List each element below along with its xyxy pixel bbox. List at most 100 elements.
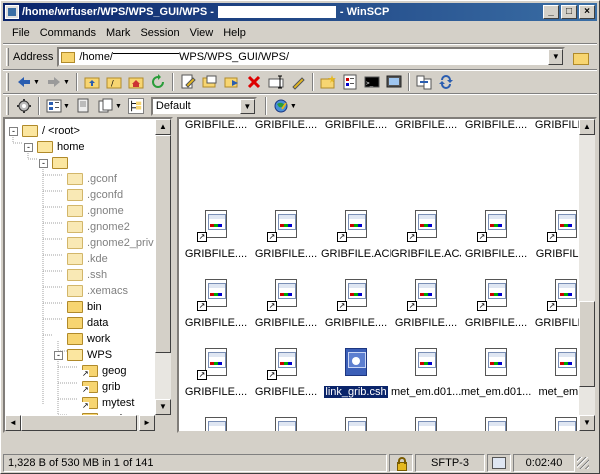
file-item[interactable]: ↗ GRIBFILE.... xyxy=(321,279,391,349)
synchronize-icon[interactable] xyxy=(438,74,454,90)
tree-item[interactable]: .gnome xyxy=(54,203,124,219)
chevron-down-icon[interactable]: ▼ xyxy=(115,103,122,110)
scroll-up-button[interactable]: ▲ xyxy=(155,119,171,135)
terminal-icon[interactable]: >_ xyxy=(364,74,380,90)
file-item[interactable]: met_em.d01.... xyxy=(181,417,251,431)
tree-view-icon[interactable] xyxy=(127,98,144,114)
pages-icon[interactable] xyxy=(98,98,114,114)
toolbar-grip[interactable] xyxy=(6,73,9,91)
pencil-icon[interactable] xyxy=(290,74,306,90)
transfer-profile-select[interactable]: Default ▼ xyxy=(150,96,257,116)
file-item[interactable]: ↗ GRIBFILE.... xyxy=(251,279,321,349)
file-item[interactable]: met_em.d01.... xyxy=(391,348,461,418)
rename-icon[interactable] xyxy=(268,74,284,90)
menu-view[interactable]: View xyxy=(185,27,219,39)
collapse-icon[interactable]: - xyxy=(54,350,63,360)
tree-vertical-scrollbar[interactable]: ▲ ▼ xyxy=(155,119,171,431)
properties-icon[interactable] xyxy=(342,74,358,90)
minimize-button[interactable]: _ xyxy=(543,5,559,19)
forward-arrow-icon[interactable] xyxy=(46,74,62,90)
tree-item[interactable]: .gnome2 xyxy=(54,219,130,235)
tree-item[interactable]: .gnome2_priv xyxy=(54,235,154,251)
file-item[interactable]: met_em.d01.... xyxy=(321,417,391,431)
address-input[interactable]: /home/ WPS/WPS_GUI/WPS/ ▼ xyxy=(57,47,566,67)
edit-icon[interactable] xyxy=(180,74,196,90)
file-item[interactable]: GRIBFILE.... xyxy=(181,119,251,189)
refresh-icon[interactable] xyxy=(150,74,166,90)
file-item[interactable]: GRIBFILE.... xyxy=(461,119,531,189)
file-item[interactable]: ↗ GRIBFILE.ACI xyxy=(321,210,391,280)
file-item[interactable]: ↗ GRIBFILE.... xyxy=(251,210,321,280)
settings-icon[interactable] xyxy=(16,98,32,114)
collapse-icon[interactable]: - xyxy=(9,126,18,136)
file-item[interactable]: ↗ GRIBFILE.... xyxy=(251,348,321,418)
parent-folder-icon[interactable] xyxy=(84,74,100,90)
preferences-icon[interactable] xyxy=(76,98,92,114)
file-item[interactable]: met_em.d01.... xyxy=(251,417,321,431)
file-item[interactable]: met_em.d02.... xyxy=(391,417,461,431)
menu-session[interactable]: Session xyxy=(135,27,184,39)
chevron-down-icon[interactable]: ▼ xyxy=(63,79,70,86)
tree-item[interactable]: grib xyxy=(69,379,120,395)
scroll-down-button[interactable]: ▼ xyxy=(155,399,171,415)
files-vertical-scrollbar[interactable]: ▲ ▼ xyxy=(579,119,595,431)
open-folder-icon[interactable] xyxy=(571,49,590,65)
collapse-icon[interactable]: - xyxy=(24,142,33,152)
delete-icon[interactable] xyxy=(246,74,262,90)
chevron-down-icon[interactable]: ▼ xyxy=(33,79,40,86)
scroll-left-button[interactable]: ◄ xyxy=(5,415,21,431)
copy-icon[interactable] xyxy=(202,74,218,90)
tree-item[interactable]: - home xyxy=(24,139,85,155)
move-icon[interactable] xyxy=(224,74,240,90)
menu-file[interactable]: File xyxy=(7,27,35,39)
back-arrow-icon[interactable] xyxy=(16,74,32,90)
view-mode-icon[interactable] xyxy=(46,98,62,114)
chevron-down-icon[interactable]: ▼ xyxy=(63,103,70,110)
maximize-button[interactable]: □ xyxy=(561,5,577,19)
collapse-icon[interactable]: - xyxy=(39,158,48,168)
chevron-down-icon[interactable]: ▼ xyxy=(548,49,564,65)
directory-tree[interactable]: - / <root> - home - .gconf .gconfd .gnome .gnome… xyxy=(3,117,173,433)
scroll-thumb[interactable] xyxy=(579,301,595,387)
file-item[interactable]: GRIBFILE.... xyxy=(251,119,321,189)
menu-help[interactable]: Help xyxy=(218,27,251,39)
file-item[interactable]: ↗ GRIBFILE.... xyxy=(181,348,251,418)
tree-item[interactable]: data xyxy=(54,315,108,331)
tree-horizontal-scrollbar[interactable]: ◄ ► xyxy=(5,415,155,431)
menu-commands[interactable]: Commands xyxy=(35,27,101,39)
title-bar[interactable]: /home/wrfuser/WPS/WPS_GUI/WPS - - WinSCP… xyxy=(3,3,597,21)
chevron-down-icon[interactable]: ▼ xyxy=(290,103,297,110)
tree-item[interactable]: .gconfd xyxy=(54,187,123,203)
file-item[interactable]: GRIBFILE.... xyxy=(391,119,461,189)
scroll-thumb[interactable] xyxy=(155,135,171,353)
tree-item[interactable]: mytest xyxy=(69,395,134,411)
file-item[interactable]: link_grib.csh xyxy=(321,348,391,418)
chevron-down-icon[interactable]: ▼ xyxy=(239,98,255,114)
globe-icon[interactable] xyxy=(273,98,289,114)
file-item[interactable]: ↗ GRIBFILE.... xyxy=(461,279,531,349)
close-button[interactable]: × xyxy=(579,5,595,19)
scroll-thumb[interactable] xyxy=(21,415,137,431)
resize-grip[interactable] xyxy=(577,457,589,469)
tree-item[interactable]: - WPS xyxy=(54,347,112,363)
tree-item[interactable]: work xyxy=(54,331,110,347)
file-item[interactable]: ↗ GRIBFILE.... xyxy=(461,210,531,280)
file-panel[interactable]: GRIBFILE.... GRIBFILE.... GRIBFILE.... GRIB… xyxy=(177,117,597,433)
toolbar-grip[interactable] xyxy=(6,48,9,66)
menu-mark[interactable]: Mark xyxy=(101,27,135,39)
tree-item[interactable]: bin xyxy=(54,299,102,315)
new-folder-icon[interactable] xyxy=(320,74,336,90)
tree-item[interactable]: .xemacs xyxy=(54,283,128,299)
console-icon[interactable] xyxy=(386,74,402,90)
tree-item[interactable]: - / <root> xyxy=(9,123,80,139)
tree-item[interactable]: .ssh xyxy=(54,267,107,283)
tree-item[interactable]: .kde xyxy=(54,251,108,267)
toolbar-grip[interactable] xyxy=(6,97,9,115)
scroll-up-button[interactable]: ▲ xyxy=(579,119,595,135)
file-item[interactable]: ↗ GRIBFILE.... xyxy=(391,279,461,349)
file-item[interactable]: GRIBFILE.... xyxy=(321,119,391,189)
file-item[interactable]: ↗ GRIBFILE.ACJ xyxy=(391,210,461,280)
compare-icon[interactable] xyxy=(416,74,432,90)
home-folder-icon[interactable] xyxy=(128,74,144,90)
tree-item[interactable]: geog xyxy=(69,363,126,379)
